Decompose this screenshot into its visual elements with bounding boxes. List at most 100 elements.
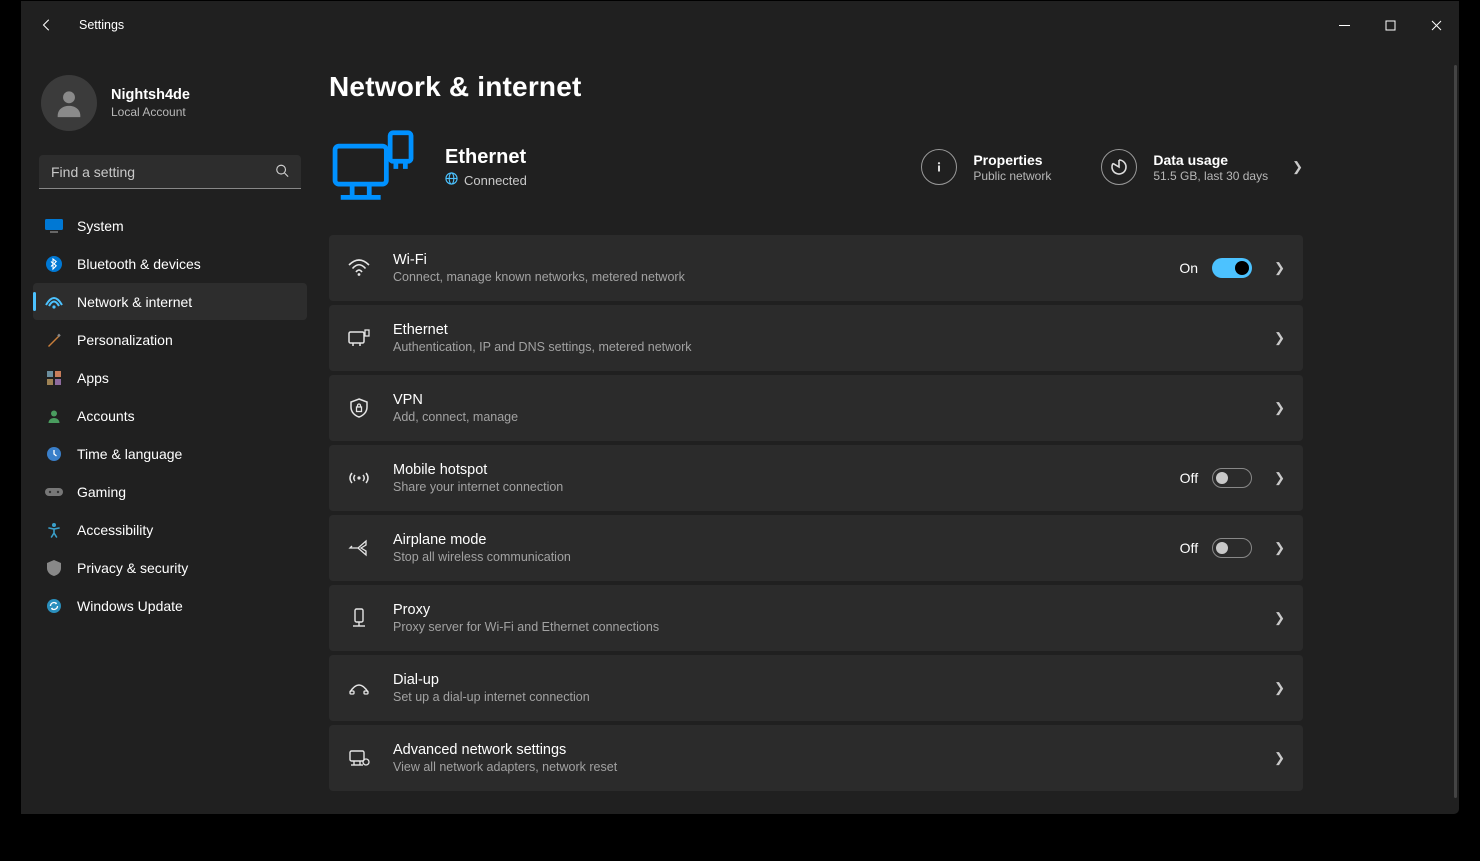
row-text: Ethernet Authentication, IP and DNS sett… [393,322,1244,354]
row-title: Mobile hotspot [393,462,1158,478]
row-title: Airplane mode [393,532,1158,548]
chevron-right-icon: ❯ [1274,610,1285,626]
row-text: Airplane mode Stop all wireless communic… [393,532,1158,564]
row-sub: Connect, manage known networks, metered … [393,270,1157,284]
main-inner: Network & internet Ethernet [329,71,1303,811]
row-sub: Share your internet connection [393,480,1158,494]
row-right: Off ❯ [1180,538,1285,558]
maximize-button[interactable] [1367,1,1413,49]
data-usage-icon [1101,149,1137,185]
row-text: VPN Add, connect, manage [393,392,1244,424]
sidebar-item-label: Accessibility [77,522,153,538]
avatar [41,75,97,131]
row-title: Ethernet [393,322,1244,338]
row-wifi[interactable]: Wi-Fi Connect, manage known networks, me… [329,235,1303,301]
user-block[interactable]: Nightsh4de Local Account [33,61,307,151]
privacy-icon [45,559,63,577]
chevron-right-icon: ❯ [1274,540,1285,556]
sidebar-item-label: Network & internet [77,294,192,310]
user-sub: Local Account [111,105,190,119]
properties-sub: Public network [973,169,1051,183]
sidebar-item-network[interactable]: Network & internet [33,283,307,320]
row-sub: Set up a dial-up internet connection [393,690,1244,704]
vpn-icon [347,398,371,418]
row-sub: View all network adapters, network reset [393,760,1244,774]
search-icon [275,164,289,181]
row-ethernet[interactable]: Ethernet Authentication, IP and DNS sett… [329,305,1303,371]
chevron-right-icon: ❯ [1274,330,1285,346]
sidebar-item-accounts[interactable]: Accounts [33,397,307,434]
sidebar-item-system[interactable]: System [33,207,307,244]
airplane-toggle[interactable] [1212,538,1252,558]
ethernet-icon [347,329,371,347]
sidebar-item-accessibility[interactable]: Accessibility [33,511,307,548]
sidebar-item-gaming[interactable]: Gaming [33,473,307,510]
sidebar-item-label: Personalization [77,332,173,348]
sidebar-item-apps[interactable]: Apps [33,359,307,396]
data-usage-text: Data usage 51.5 GB, last 30 days [1153,152,1268,183]
sidebar-item-label: Apps [77,370,109,386]
settings-rows: Wi-Fi Connect, manage known networks, me… [329,235,1303,811]
row-title: Dial-up [393,672,1244,688]
app-title: Settings [79,18,124,32]
row-advanced[interactable]: Advanced network settings View all netwo… [329,725,1303,791]
properties-text: Properties Public network [973,152,1051,183]
connection-label[interactable]: Ethernet Connected [445,146,765,188]
personalization-icon [45,331,63,349]
sidebar-item-time[interactable]: Time & language [33,435,307,472]
sidebar-item-update[interactable]: Windows Update [33,587,307,624]
row-title: Proxy [393,602,1244,618]
accounts-icon [45,407,63,425]
accessibility-icon [45,521,63,539]
user-name: Nightsh4de [111,87,190,103]
gaming-icon [45,483,63,501]
row-sub: Stop all wireless communication [393,550,1158,564]
row-vpn[interactable]: VPN Add, connect, manage ❯ [329,375,1303,441]
chevron-right-icon: ❯ [1274,260,1285,276]
row-dialup[interactable]: Dial-up Set up a dial-up internet connec… [329,655,1303,721]
sidebar-item-bluetooth[interactable]: Bluetooth & devices [33,245,307,282]
wifi-toggle[interactable] [1212,258,1252,278]
row-sub: Proxy server for Wi-Fi and Ethernet conn… [393,620,1244,634]
body-area: Nightsh4de Local Account System Bluetoot… [21,49,1459,814]
status-right: Properties Public network Data usage 51.… [921,149,1303,185]
connection-status: Connected [445,172,765,188]
user-text: Nightsh4de Local Account [111,87,190,119]
back-button[interactable] [39,17,55,33]
toggle-label: Off [1180,470,1198,486]
sidebar-item-label: Time & language [77,446,182,462]
chevron-right-icon: ❯ [1274,750,1285,766]
data-usage-block[interactable]: Data usage 51.5 GB, last 30 days ❯ [1101,149,1303,185]
sidebar-item-label: Accounts [77,408,135,424]
sidebar-item-label: System [77,218,124,234]
chevron-right-icon: ❯ [1274,680,1285,696]
minimize-button[interactable] [1321,1,1367,49]
proxy-icon [347,607,371,629]
row-proxy[interactable]: Proxy Proxy server for Wi-Fi and Etherne… [329,585,1303,651]
data-usage-title: Data usage [1153,152,1268,168]
row-airplane[interactable]: Airplane mode Stop all wireless communic… [329,515,1303,581]
row-title: VPN [393,392,1244,408]
data-usage-sub: 51.5 GB, last 30 days [1153,169,1268,183]
globe-icon [445,172,458,188]
properties-title: Properties [973,152,1051,168]
network-icon [45,293,63,311]
toggle-label: On [1179,260,1198,276]
main: Network & internet Ethernet [319,49,1459,814]
wifi-icon [347,259,371,277]
sidebar-item-privacy[interactable]: Privacy & security [33,549,307,586]
info-icon [921,149,957,185]
close-button[interactable] [1413,1,1459,49]
settings-window: Settings Nightsh4de Local Account [20,0,1460,815]
titlebar: Settings [21,1,1459,49]
bluetooth-icon [45,255,63,273]
sidebar: Nightsh4de Local Account System Bluetoot… [21,49,319,814]
hotspot-toggle[interactable] [1212,468,1252,488]
sidebar-item-personalization[interactable]: Personalization [33,321,307,358]
properties-block[interactable]: Properties Public network [921,149,1051,185]
row-hotspot[interactable]: Mobile hotspot Share your internet conne… [329,445,1303,511]
search-input[interactable] [39,155,301,189]
row-text: Proxy Proxy server for Wi-Fi and Etherne… [393,602,1244,634]
connection-name: Ethernet [445,146,765,169]
airplane-icon [347,538,371,558]
